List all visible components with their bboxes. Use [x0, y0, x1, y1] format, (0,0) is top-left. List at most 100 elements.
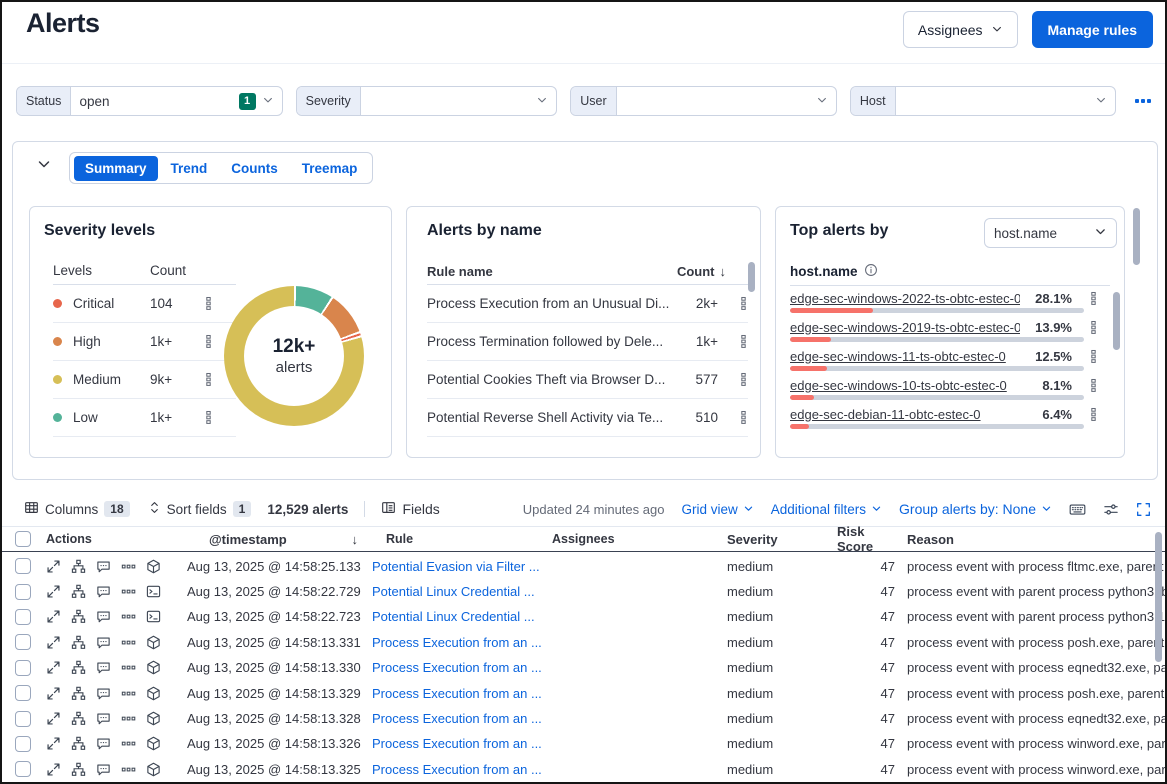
- manage-rules-button[interactable]: Manage rules: [1032, 11, 1153, 48]
- rule-link[interactable]: Potential Evasion via Filter ...: [372, 559, 540, 574]
- more-actions-icon[interactable]: [121, 609, 136, 624]
- analyzer-icon[interactable]: [71, 686, 86, 701]
- expand-alert-icon[interactable]: [46, 559, 61, 574]
- info-icon[interactable]: [864, 263, 878, 280]
- timestamp-column-header[interactable]: @timestamp ↓: [187, 527, 372, 551]
- rule-link[interactable]: Process Execution from an ...: [372, 686, 542, 701]
- additional-filters-button[interactable]: Additional filters: [771, 502, 882, 517]
- row-actions-icon[interactable]: [204, 296, 220, 311]
- expand-alert-icon[interactable]: [46, 609, 61, 624]
- row-actions-icon[interactable]: [1072, 291, 1098, 306]
- more-actions-icon[interactable]: [121, 584, 136, 599]
- analyzer-icon[interactable]: [71, 559, 86, 574]
- comment-icon[interactable]: [96, 711, 111, 726]
- expand-alert-icon[interactable]: [46, 660, 61, 675]
- expand-alert-icon[interactable]: [46, 711, 61, 726]
- analyzer-icon[interactable]: [71, 736, 86, 751]
- risk-score-column-header[interactable]: Risk Score: [837, 527, 895, 551]
- row-actions-icon[interactable]: [718, 410, 748, 425]
- comment-icon[interactable]: [96, 609, 111, 624]
- analyzer-icon[interactable]: [71, 660, 86, 675]
- more-filters-icon[interactable]: [1135, 99, 1151, 103]
- display-options-icon[interactable]: [1103, 502, 1119, 517]
- expand-alert-icon[interactable]: [46, 584, 61, 599]
- row-actions-icon[interactable]: [204, 372, 220, 387]
- more-actions-icon[interactable]: [121, 635, 136, 650]
- tab-trend[interactable]: Trend: [160, 156, 219, 181]
- row-checkbox[interactable]: [15, 736, 31, 752]
- analyzer-icon[interactable]: [71, 762, 86, 777]
- assignees-column-header[interactable]: Assignees: [552, 527, 727, 551]
- keyboard-shortcuts-icon[interactable]: [1069, 502, 1086, 517]
- row-checkbox[interactable]: [15, 685, 31, 701]
- top-alerts-field-select[interactable]: host.name: [984, 218, 1117, 248]
- expand-alert-icon[interactable]: [46, 686, 61, 701]
- row-checkbox[interactable]: [15, 660, 31, 676]
- row-checkbox[interactable]: [15, 609, 31, 625]
- expand-alert-icon[interactable]: [46, 635, 61, 650]
- row-actions-icon[interactable]: [718, 334, 748, 349]
- expand-alert-icon[interactable]: [46, 762, 61, 777]
- row-actions-icon[interactable]: [1072, 407, 1098, 422]
- count-column-header[interactable]: Count↓: [668, 264, 726, 279]
- row-checkbox[interactable]: [15, 711, 31, 727]
- top-alerts-scrollbar[interactable]: [1113, 292, 1120, 350]
- row-checkbox[interactable]: [15, 558, 31, 574]
- rule-link[interactable]: Process Execution from an ...: [372, 762, 542, 777]
- alerts-by-name-scrollbar[interactable]: [748, 262, 755, 292]
- more-actions-icon[interactable]: [121, 736, 136, 751]
- comment-icon[interactable]: [96, 762, 111, 777]
- severity-filter[interactable]: Severity: [296, 86, 558, 116]
- analyzer-icon[interactable]: [71, 711, 86, 726]
- row-actions-icon[interactable]: [718, 372, 748, 387]
- comment-icon[interactable]: [96, 686, 111, 701]
- rule-column-header[interactable]: Rule: [372, 527, 552, 551]
- comment-icon[interactable]: [96, 559, 111, 574]
- comment-icon[interactable]: [96, 635, 111, 650]
- more-actions-icon[interactable]: [121, 686, 136, 701]
- analyzer-icon[interactable]: [71, 609, 86, 624]
- comment-icon[interactable]: [96, 584, 111, 599]
- collapse-section-icon[interactable]: [36, 156, 52, 177]
- analyzer-icon[interactable]: [71, 635, 86, 650]
- row-actions-icon[interactable]: [1072, 349, 1098, 364]
- tab-treemap[interactable]: Treemap: [291, 156, 369, 181]
- grid-view-button[interactable]: Grid view: [681, 502, 753, 517]
- table-scrollbar[interactable]: [1155, 532, 1162, 662]
- fields-button[interactable]: Fields: [381, 500, 439, 518]
- rule-link[interactable]: Process Execution from an ...: [372, 635, 542, 650]
- comment-icon[interactable]: [96, 736, 111, 751]
- more-actions-icon[interactable]: [121, 559, 136, 574]
- tab-counts[interactable]: Counts: [220, 156, 289, 181]
- rule-link[interactable]: Process Execution from an ...: [372, 711, 542, 726]
- severity-donut-chart[interactable]: 12k+ alerts: [224, 286, 364, 426]
- more-actions-icon[interactable]: [121, 660, 136, 675]
- severity-column-header[interactable]: Severity: [727, 527, 837, 551]
- row-checkbox[interactable]: [15, 584, 31, 600]
- row-checkbox[interactable]: [15, 634, 31, 650]
- select-all-checkbox[interactable]: [15, 531, 31, 547]
- rule-link[interactable]: Potential Linux Credential ...: [372, 609, 535, 624]
- rule-link[interactable]: Potential Linux Credential ...: [372, 584, 535, 599]
- row-actions-icon[interactable]: [204, 410, 220, 425]
- row-actions-icon[interactable]: [1072, 320, 1098, 335]
- columns-button[interactable]: Columns 18: [24, 500, 130, 518]
- fullscreen-icon[interactable]: [1136, 502, 1151, 517]
- assignees-button[interactable]: Assignees: [903, 11, 1018, 48]
- row-actions-icon[interactable]: [1072, 378, 1098, 393]
- comment-icon[interactable]: [96, 660, 111, 675]
- more-actions-icon[interactable]: [121, 711, 136, 726]
- reason-column-header[interactable]: Reason: [895, 527, 1165, 551]
- more-actions-icon[interactable]: [121, 762, 136, 777]
- status-filter[interactable]: Status open 1: [16, 86, 283, 116]
- row-actions-icon[interactable]: [204, 334, 220, 349]
- group-alerts-by-button[interactable]: Group alerts by: None: [899, 501, 1052, 517]
- host-filter[interactable]: Host: [850, 86, 1117, 116]
- tab-summary[interactable]: Summary: [74, 156, 158, 181]
- user-filter[interactable]: User: [570, 86, 837, 116]
- row-actions-icon[interactable]: [718, 296, 748, 311]
- row-checkbox[interactable]: [15, 761, 31, 777]
- charts-section-scrollbar[interactable]: [1133, 208, 1140, 265]
- rule-link[interactable]: Process Execution from an ...: [372, 736, 542, 751]
- rule-link[interactable]: Process Execution from an ...: [372, 660, 542, 675]
